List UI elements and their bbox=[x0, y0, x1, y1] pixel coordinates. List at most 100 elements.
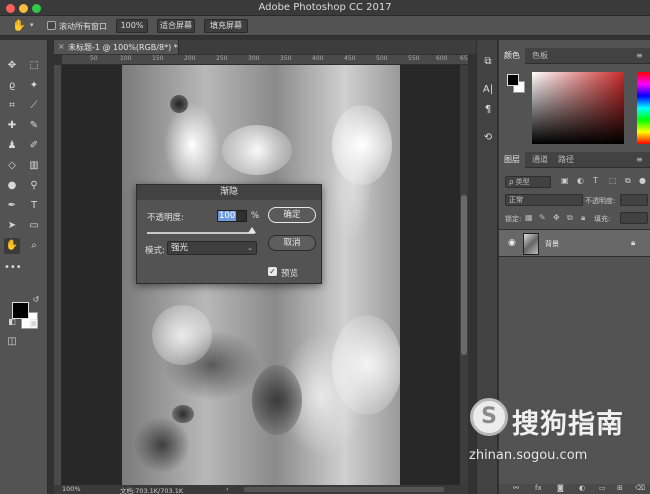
lock-transparent-icon[interactable]: ▦ bbox=[525, 213, 533, 222]
hue-slider[interactable] bbox=[637, 72, 650, 144]
paragraph-panel-icon[interactable]: ¶ bbox=[480, 102, 496, 118]
eyedropper-tool-icon[interactable]: ⟋ bbox=[26, 98, 42, 114]
zoom-level[interactable]: 100% bbox=[62, 485, 81, 493]
filter-toggle-icon[interactable]: ● bbox=[639, 176, 646, 185]
zoom-tool-icon[interactable]: ⌕ bbox=[26, 238, 42, 254]
stamp-tool-icon[interactable]: ♟ bbox=[4, 138, 20, 154]
history-brush-tool-icon[interactable]: ✐ bbox=[26, 138, 42, 154]
horizontal-ruler: 50 100 150 200 250 300 350 400 450 500 5… bbox=[62, 55, 468, 65]
magic-wand-tool-icon[interactable]: ✦ bbox=[26, 78, 42, 94]
quick-mask-icon[interactable]: ◫ bbox=[4, 334, 20, 350]
layer-row[interactable]: ◉ 背景 🔒︎ bbox=[499, 229, 650, 257]
options-bar: ✋ ▾ 滚动所有窗口 100% 适合屏幕 填充屏幕 bbox=[0, 16, 650, 36]
tab-paths[interactable]: 路径 bbox=[553, 152, 579, 168]
mode-value: 强光 bbox=[171, 243, 189, 253]
preview-checkbox[interactable]: ✓ bbox=[268, 267, 277, 276]
tab-layers[interactable]: 图层 bbox=[499, 152, 525, 168]
hand-tool-icon[interactable]: ✋ bbox=[12, 19, 26, 32]
new-group-icon[interactable]: ▭ bbox=[599, 484, 606, 492]
layer-name[interactable]: 背景 bbox=[545, 239, 559, 249]
marquee-tool-icon[interactable]: ⬚ bbox=[26, 58, 42, 74]
panel-foreground-swatch[interactable] bbox=[507, 74, 519, 86]
preview-label: 预览 bbox=[281, 269, 299, 279]
scroll-all-checkbox[interactable] bbox=[47, 21, 56, 30]
layer-lock-icon: 🔒︎ bbox=[631, 238, 636, 247]
adjustment-layer-icon[interactable]: ◐ bbox=[579, 484, 585, 492]
layer-filter-select[interactable]: ρ 类型 bbox=[505, 176, 551, 188]
character-panel-icon[interactable]: A| bbox=[480, 82, 496, 98]
filter-pixel-icon[interactable]: ▣ bbox=[561, 176, 569, 185]
scrollbar-thumb[interactable] bbox=[461, 195, 467, 355]
zoom-100-button[interactable]: 100% bbox=[116, 19, 148, 33]
image-detail bbox=[170, 95, 188, 113]
layer-thumbnail bbox=[523, 233, 539, 255]
crop-tool-icon[interactable]: ⌗ bbox=[4, 98, 20, 114]
fill-field[interactable] bbox=[620, 212, 648, 224]
lock-artboard-icon[interactable]: ⧉ bbox=[567, 213, 573, 223]
layer-style-icon[interactable]: fx bbox=[535, 484, 542, 492]
libraries-icon[interactable]: ⧉ bbox=[480, 54, 496, 70]
hand-tool-icon[interactable]: ✋ bbox=[4, 238, 20, 254]
history-panel-icon[interactable]: ⟲ bbox=[480, 130, 496, 146]
status-menu-caret[interactable]: › bbox=[226, 485, 229, 493]
tab-swatches[interactable]: 色板 bbox=[527, 48, 553, 64]
blend-mode-select[interactable]: 正常 bbox=[505, 194, 583, 206]
pen-tool-icon[interactable]: ✒ bbox=[4, 198, 20, 214]
color-panel-tabs: 颜色 色板 ≡ bbox=[499, 48, 650, 64]
image-detail bbox=[172, 405, 194, 423]
vertical-scrollbar[interactable] bbox=[460, 65, 468, 485]
new-layer-icon[interactable]: ⊞ bbox=[617, 484, 623, 492]
fill-screen-button[interactable]: 填充屏幕 bbox=[204, 19, 248, 33]
panel-menu-icon[interactable]: ≡ bbox=[631, 48, 648, 64]
tab-channels[interactable]: 通道 bbox=[527, 152, 553, 168]
horizontal-scrollbar[interactable] bbox=[244, 487, 444, 492]
lock-all-icon[interactable]: 🔒︎ bbox=[581, 213, 585, 223]
title-bar: Adobe Photoshop CC 2017 bbox=[0, 0, 650, 16]
move-tool-icon[interactable]: ✥ bbox=[4, 58, 20, 74]
default-colors-icon[interactable]: ◧ bbox=[4, 314, 20, 330]
tools-panel: ✥ ⬚ ϱ ✦ ⌗ ⟋ ✚ ✎ ♟ ✐ ◇ ▥ ● ⚲ ✒ T ➤ ▭ ✋ ⌕ … bbox=[0, 40, 48, 494]
ruler-tick: 650 bbox=[460, 55, 468, 62]
layers-menu-icon[interactable]: ≡ bbox=[631, 152, 648, 168]
filter-adjust-icon[interactable]: ◐ bbox=[577, 176, 584, 185]
dodge-tool-icon[interactable]: ⚲ bbox=[26, 178, 42, 194]
lock-position-icon[interactable]: ✥ bbox=[553, 213, 560, 222]
opacity-input[interactable]: 100 bbox=[217, 210, 247, 222]
brush-tool-icon[interactable]: ✎ bbox=[26, 118, 42, 134]
filter-shape-icon[interactable]: ⬚ bbox=[609, 176, 617, 185]
swap-colors-icon[interactable]: ↺ bbox=[28, 292, 44, 308]
mode-select[interactable]: 强光 ⌄ bbox=[167, 241, 257, 255]
path-select-tool-icon[interactable]: ➤ bbox=[4, 218, 20, 234]
lock-pixels-icon[interactable]: ✎ bbox=[539, 213, 546, 222]
shape-tool-icon[interactable]: ▭ bbox=[26, 218, 42, 234]
document-tab[interactable]: × 未标题-1 @ 100%(RGB/8*) * bbox=[54, 40, 179, 54]
close-tab-icon[interactable]: × bbox=[58, 42, 65, 51]
gradient-tool-icon[interactable]: ▥ bbox=[26, 158, 42, 174]
color-field[interactable] bbox=[532, 72, 624, 144]
eraser-tool-icon[interactable]: ◇ bbox=[4, 158, 20, 174]
link-layers-icon[interactable]: ⚯ bbox=[513, 484, 519, 492]
filter-type-icon[interactable]: T bbox=[593, 176, 598, 185]
ruler-tick: 400 bbox=[312, 55, 324, 62]
visibility-eye-icon[interactable]: ◉ bbox=[508, 238, 516, 248]
add-mask-icon[interactable]: ◙ bbox=[557, 484, 564, 492]
type-tool-icon[interactable]: T bbox=[26, 198, 42, 214]
healing-tool-icon[interactable]: ✚ bbox=[4, 118, 20, 134]
lock-label: 锁定: bbox=[505, 215, 522, 223]
opacity-slider[interactable] bbox=[147, 232, 255, 234]
opacity-field[interactable] bbox=[620, 194, 648, 206]
tab-color[interactable]: 颜色 bbox=[499, 48, 525, 64]
delete-layer-icon[interactable]: ⌫ bbox=[635, 484, 645, 492]
opacity-value: 100 bbox=[218, 211, 237, 221]
blur-tool-icon[interactable]: ● bbox=[4, 178, 20, 194]
screen-mode-icon[interactable]: ▣ bbox=[26, 316, 42, 332]
fit-screen-button[interactable]: 适合屏幕 bbox=[157, 19, 195, 33]
more-tools-icon[interactable]: ••• bbox=[4, 260, 22, 276]
filter-smart-icon[interactable]: ⧉ bbox=[625, 176, 631, 186]
layers-footer: ⚯ fx ◙ ◐ ▭ ⊞ ⌫ bbox=[499, 484, 650, 494]
chevron-down-icon[interactable]: ▾ bbox=[30, 21, 34, 29]
lasso-tool-icon[interactable]: ϱ bbox=[4, 78, 20, 94]
opacity-slider-thumb[interactable] bbox=[248, 227, 256, 233]
cancel-button[interactable]: 取消 bbox=[268, 235, 316, 251]
ok-button[interactable]: 确定 bbox=[268, 207, 316, 223]
